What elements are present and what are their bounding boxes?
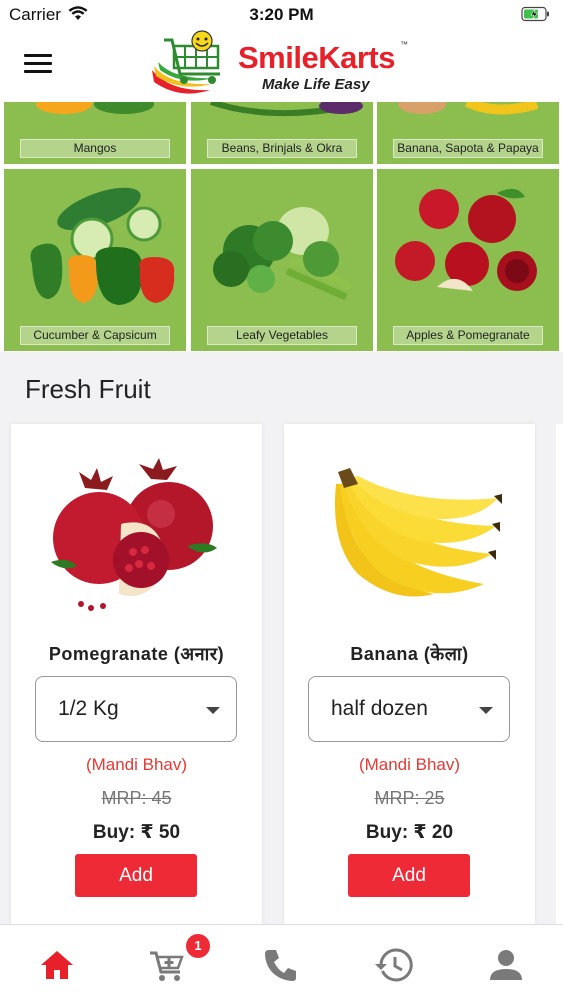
banana-image — [334, 468, 502, 597]
home-icon[interactable] — [37, 945, 77, 985]
logo-wordmark: SmileKarts — [238, 40, 395, 75]
status-bar: Carrier 3:20 PM — [0, 0, 563, 30]
app-logo: SmileKarts ™ Make Life Easy — [150, 30, 420, 100]
category-label: Leafy Vegetables — [207, 326, 357, 345]
account-icon[interactable] — [486, 945, 526, 985]
dropdown-caret-icon — [479, 707, 493, 714]
app-header: SmileKarts ™ Make Life Easy — [0, 30, 563, 102]
logo-trademark: ™ — [400, 40, 408, 49]
category-label: Beans, Brinjals & Okra — [207, 139, 357, 158]
quantity-select[interactable]: 1/2 Kg — [35, 676, 237, 742]
buy-price: Buy: ₹ 50 — [92, 822, 181, 843]
quantity-value: 1/2 Kg — [58, 697, 119, 720]
section-title: Fresh Fruit — [25, 374, 151, 404]
category-grid: Mangos Beans, Brinjals & Okra Banana, Sa… — [0, 102, 563, 352]
bottom-tab-bar: 1 — [0, 924, 563, 1001]
category-label: Mangos — [20, 139, 170, 158]
product-card-pomegranate: Pomegranate (अनार) 1/2 Kg (Mandi Bhav) M… — [11, 424, 262, 924]
product-name: Pomegranate (अनार) — [48, 644, 225, 664]
history-icon[interactable] — [374, 945, 414, 985]
cart-logo-icon — [152, 30, 220, 94]
category-mangos[interactable]: Mangos — [4, 102, 186, 164]
battery-charging-icon — [521, 6, 549, 22]
mandi-bhav-label: (Mandi Bhav) — [85, 755, 188, 774]
category-label: Apples & Pomegranate — [393, 326, 543, 345]
category-banana-sapota[interactable]: Banana, Sapota & Papaya — [377, 102, 559, 164]
category-beans[interactable]: Beans, Brinjals & Okra — [191, 102, 373, 164]
logo-tagline: Make Life Easy — [262, 76, 370, 93]
cart-count-badge: 1 — [186, 934, 210, 958]
mrp-price: MRP: 45 — [101, 788, 172, 808]
product-name: Banana (केला) — [350, 644, 469, 664]
add-to-cart-button[interactable]: Add — [75, 854, 197, 897]
category-label: Cucumber & Capsicum — [20, 326, 170, 345]
menu-icon[interactable] — [24, 54, 52, 76]
leafy-vegetables-image — [213, 207, 353, 301]
cart-add-icon[interactable] — [147, 945, 187, 985]
apples-pomegranate-image — [395, 188, 537, 291]
cucumber-capsicum-image — [30, 187, 175, 305]
next-product-card-peek[interactable] — [556, 424, 563, 924]
quantity-select[interactable]: half dozen — [308, 676, 510, 742]
pomegranate-image — [51, 458, 217, 611]
category-apples-pomegranate[interactable]: Apples & Pomegranate — [377, 169, 559, 351]
quantity-value: half dozen — [331, 697, 428, 720]
phone-icon[interactable] — [261, 945, 301, 985]
add-to-cart-button[interactable]: Add — [348, 854, 470, 897]
category-cucumber-capsicum[interactable]: Cucumber & Capsicum — [4, 169, 186, 351]
dropdown-caret-icon — [206, 707, 220, 714]
product-card-banana: Banana (केला) half dozen (Mandi Bhav) MR… — [284, 424, 535, 924]
mandi-bhav-label: (Mandi Bhav) — [358, 755, 461, 774]
fresh-fruit-section: Fresh Fruit Pomegranate (अनार) 1/2 Kg (M… — [0, 352, 563, 924]
buy-price: Buy: ₹ 20 — [365, 822, 454, 843]
category-label: Banana, Sapota & Papaya — [393, 139, 543, 158]
clock: 3:20 PM — [249, 5, 314, 24]
mrp-price: MRP: 25 — [374, 788, 445, 808]
category-leafy-vegetables[interactable]: Leafy Vegetables — [191, 169, 373, 351]
